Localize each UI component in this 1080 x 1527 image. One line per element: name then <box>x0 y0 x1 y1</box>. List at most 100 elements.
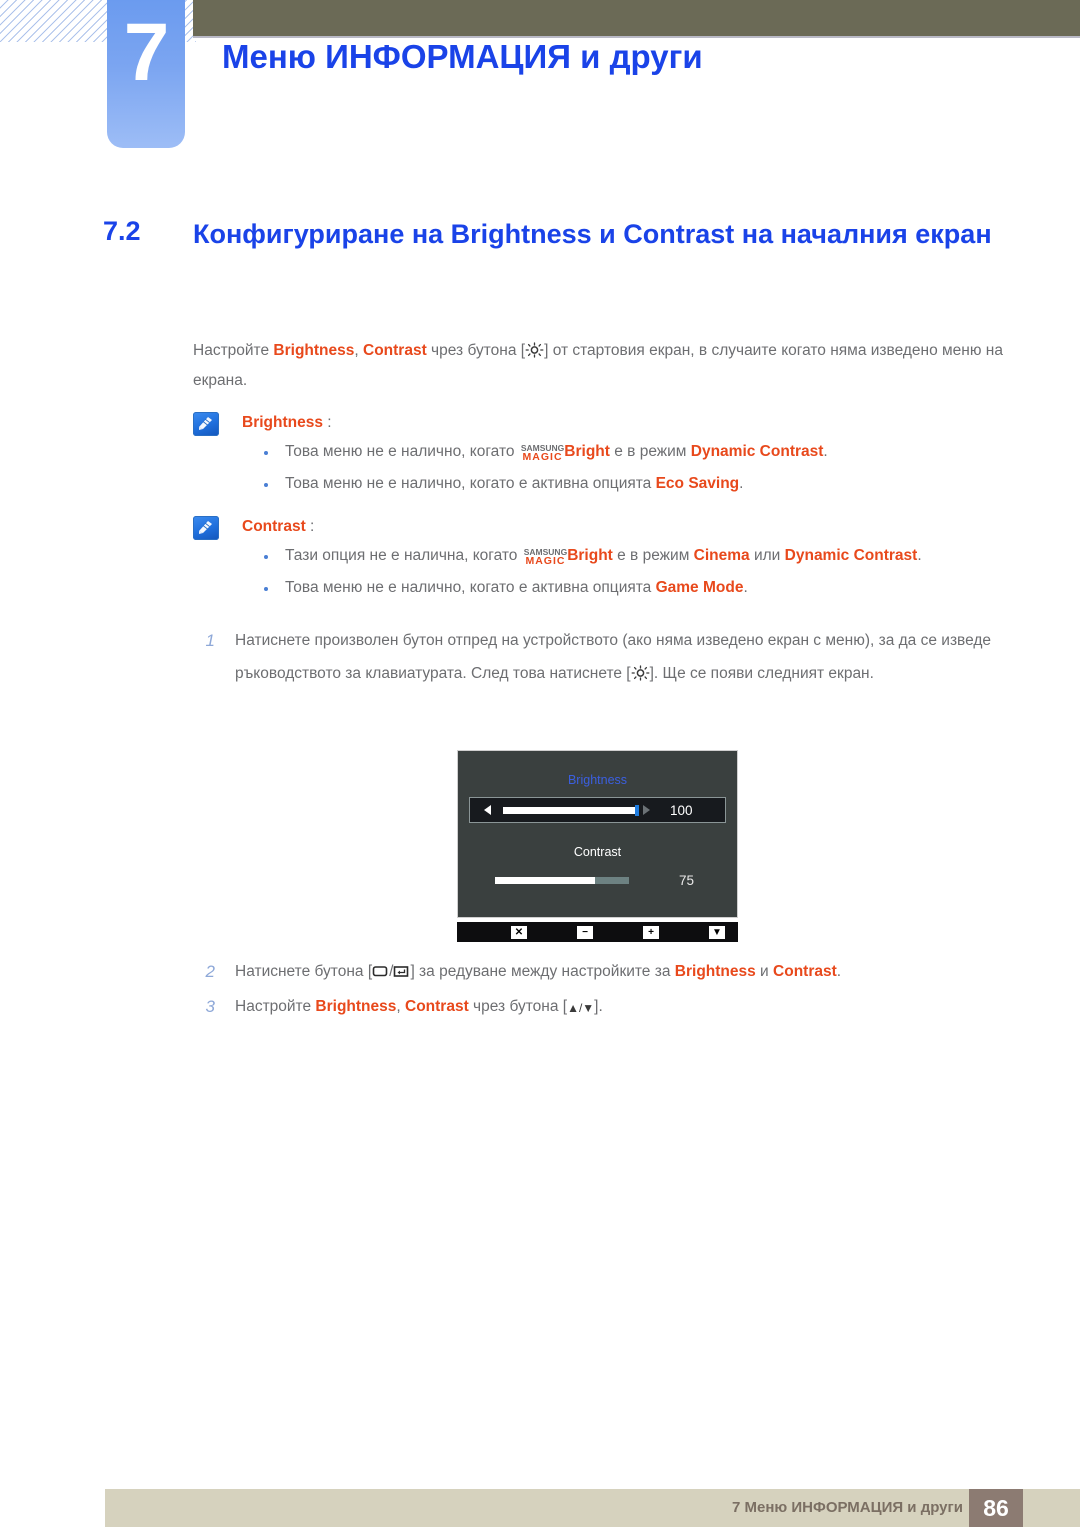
osd-brightness-slider-row[interactable]: 100 <box>469 797 726 823</box>
osd-contrast-value: 75 <box>679 872 695 888</box>
slider-fill <box>495 876 595 884</box>
magic-bottom: MAGIC <box>522 451 563 463</box>
step-number: 3 <box>205 997 215 1016</box>
keyword-dynamic-contrast: Dynamic Contrast <box>690 443 824 460</box>
list-item: Това меню не е налично, когато е активна… <box>242 468 1013 500</box>
bullet-text-pre: Това меню не е налично, когато е активна… <box>285 475 656 492</box>
bullet-text-post: . <box>739 475 744 492</box>
note-pencil-icon <box>193 516 219 540</box>
keyword-brightness: Brightness <box>315 998 397 1015</box>
page-number-badge: 86 <box>969 1489 1023 1527</box>
page-footer: 7 Меню ИНФОРМАЦИЯ и други 86 <box>105 1489 1080 1527</box>
note-title-colon: : <box>305 518 315 535</box>
keyword-game-mode: Game Mode <box>655 579 744 596</box>
bullet-text-pre: Това меню не е налично, когато <box>285 443 519 460</box>
step-2: 2 Натиснете бутона [/] за редуване между … <box>193 955 1013 988</box>
slider-track <box>595 876 629 884</box>
osd-panel: Brightness 100 Contrast 75 <box>457 750 738 918</box>
osd-contrast-slider-row[interactable]: 75 <box>469 871 726 889</box>
down-key[interactable]: ▼ <box>709 925 725 939</box>
step-number: 2 <box>205 962 215 981</box>
osd-key-guide-bar: ✕ − + ▼ <box>457 922 738 942</box>
keyword-brightness: Brightness <box>273 342 355 359</box>
up-down-arrow-icon: ▲/▼ <box>567 1001 595 1015</box>
intro-sep-1: , <box>354 342 364 359</box>
note-title-brightness: Brightness : <box>242 410 1013 436</box>
note-title-text: Contrast <box>242 518 306 535</box>
osd-brightness-value: 100 <box>670 802 693 818</box>
list-item: Тази опция не е налична, когато SAMSUNG M… <box>242 540 1013 572</box>
chapter-title: Меню ИНФОРМАЦИЯ и други <box>222 38 703 75</box>
bullet-text-post: . <box>823 443 828 460</box>
slider-thumb[interactable] <box>635 804 639 816</box>
keyword-brightness: Brightness <box>674 963 756 980</box>
bullet-text-post: . <box>743 579 748 596</box>
header-olive-bar <box>193 0 1080 38</box>
step-text-a: Настройте <box>235 998 316 1015</box>
step-text-b: ]. Ще се появи следният екран. <box>649 665 874 682</box>
intro-paragraph: Настройте Brightness, Contrast чрез буто… <box>193 336 1008 396</box>
osd-brightness-label: Brightness <box>567 773 628 787</box>
brightness-sun-icon <box>631 665 650 681</box>
note-bullets-contrast: Тази опция не е налична, когато SAMSUNG M… <box>193 540 1013 604</box>
bullet-text-post: . <box>917 547 922 564</box>
chapter-number: 7 <box>123 7 170 98</box>
keyword-eco-saving: Eco Saving <box>655 475 740 492</box>
enter-key-icon <box>393 965 410 979</box>
samsung-magic-mark: SAMSUNG MAGIC <box>521 444 564 463</box>
brightness-slider-bar[interactable] <box>503 804 639 816</box>
left-arrow-icon[interactable] <box>484 805 491 815</box>
step-conj: и <box>755 963 774 980</box>
page-content: Настройте Brightness, Contrast чрез буто… <box>193 336 1013 692</box>
contrast-slider-bar[interactable] <box>495 876 629 884</box>
osd-contrast-label: Contrast <box>573 845 622 859</box>
bullet-text-mid-2: или <box>749 547 785 564</box>
note-title-colon: : <box>322 414 332 431</box>
bullet-text-mid: е в режим <box>612 547 694 564</box>
bullet-text-pre: Тази опция не е налична, когато <box>285 547 522 564</box>
section-title: Конфигуриране на Brightness и Contrast н… <box>193 219 992 249</box>
intro-text-2: чрез бутона [ <box>426 342 526 359</box>
magic-bright-suffix: Bright <box>564 443 610 460</box>
chapter-tab: 7 <box>107 0 185 148</box>
section-heading: 7.2 Конфигуриране на Brightness и Contra… <box>103 214 1008 255</box>
list-item: Това меню не е налично, когато SAMSUNG MA… <box>242 436 1013 468</box>
note-bullets-brightness: Това меню не е налично, когато SAMSUNG MA… <box>193 436 1013 500</box>
osd-screenshot: Brightness 100 Contrast 75 ✕ − + ▼ <box>457 750 738 942</box>
section-number: 7.2 <box>103 216 141 246</box>
list-item: Това меню не е налично, когато е активна… <box>242 572 1013 604</box>
step-text-c: . <box>836 963 842 980</box>
keyword-contrast: Contrast <box>405 998 469 1015</box>
plus-key[interactable]: + <box>643 925 659 939</box>
note-block-brightness: Brightness : Това меню не е налично, ког… <box>193 410 1013 500</box>
note-title-text: Brightness <box>242 414 323 431</box>
magic-bottom: MAGIC <box>525 555 566 567</box>
samsung-magic-mark: SAMSUNG MAGIC <box>524 548 567 567</box>
steps-list: 1 Натиснете произволен бутон отпред на ус… <box>193 624 1013 690</box>
note-title-contrast: Contrast : <box>242 514 1013 540</box>
step-3: 3 Настройте Brightness, Contrast чрез бут… <box>193 990 1013 1025</box>
step-text-c: ]. <box>594 998 603 1015</box>
step-sep: , <box>396 998 406 1015</box>
page-header: 7 Меню ИНФОРМАЦИЯ и други <box>0 0 1080 160</box>
bullet-text-mid: е в режим <box>609 443 691 460</box>
keyword-contrast: Contrast <box>773 963 837 980</box>
footer-chapter-label: 7 Меню ИНФОРМАЦИЯ и други <box>732 1499 963 1516</box>
step-text-a: Натиснете произволен бутон отпред на уст… <box>235 632 992 682</box>
brightness-sun-icon <box>525 342 544 358</box>
step-text-b: ] за редуване между настройките за <box>410 963 675 980</box>
intro-text-1: Настройте <box>193 342 274 359</box>
keyword-contrast: Contrast <box>363 342 427 359</box>
right-arrow-icon[interactable] <box>643 805 650 815</box>
keyword-dynamic-contrast: Dynamic Contrast <box>784 547 918 564</box>
note-pencil-icon <box>193 412 219 436</box>
step-1: 1 Натиснете произволен бутон отпред на ус… <box>193 624 1040 690</box>
steps-after-image: 2 Натиснете бутона [/] за редуване между … <box>193 955 1013 1027</box>
bullet-text-pre: Това меню не е налично, когато е активна… <box>285 579 656 596</box>
close-key[interactable]: ✕ <box>511 925 527 939</box>
step-text-a: Натиснете бутона [ <box>235 963 373 980</box>
keyword-cinema: Cinema <box>693 547 750 564</box>
magic-bright-suffix: Bright <box>567 547 613 564</box>
minus-key[interactable]: − <box>577 925 593 939</box>
note-block-contrast: Contrast : Тази опция не е налична, кога… <box>193 514 1013 604</box>
